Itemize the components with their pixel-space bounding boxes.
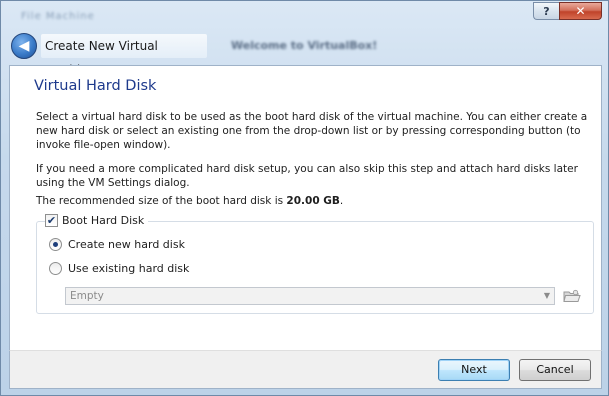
wizard-page: Virtual Hard Disk Select a virtual hard … (9, 65, 602, 350)
boot-hard-disk-label: Boot Hard Disk (62, 214, 145, 227)
next-button[interactable]: Next (438, 359, 510, 381)
help-button[interactable]: ? (533, 2, 559, 20)
create-new-disk-label: Create new hard disk (68, 238, 185, 251)
create-new-disk-option[interactable]: Create new hard disk (49, 238, 185, 251)
close-icon: ✕ (575, 4, 586, 18)
recommended-size-prefix: The recommended size of the boot hard di… (36, 195, 287, 207)
page-heading: Virtual Hard Disk (34, 78, 157, 94)
boot-hard-disk-checkbox-row[interactable]: ✔ Boot Hard Disk (45, 214, 149, 227)
help-icon: ? (543, 4, 550, 18)
recommended-size-suffix: . (339, 195, 344, 207)
back-button[interactable]: ◀ (11, 33, 37, 59)
recommended-size-value: 20.00 GB (286, 195, 340, 207)
existing-disk-combobox[interactable]: Empty ▼ (65, 287, 555, 305)
open-disk-button[interactable] (561, 286, 583, 306)
window-frame: File Machine Welcome to VirtualBox! ? ✕ … (0, 0, 609, 396)
blurred-background-menu: File Machine (21, 11, 95, 22)
radio-selected-dot (53, 242, 58, 247)
recommended-size-text: The recommended size of the boot hard di… (36, 194, 596, 208)
create-new-disk-radio[interactable] (49, 238, 62, 251)
checkmark-icon: ✔ (46, 214, 57, 227)
advanced-setup-paragraph: If you need a more complicated hard disk… (36, 163, 578, 189)
description-paragraph: Select a virtual hard disk to be used as… (36, 111, 588, 151)
close-button[interactable]: ✕ (559, 2, 602, 20)
use-existing-disk-label: Use existing hard disk (68, 262, 190, 275)
wizard-footer: Next Cancel (9, 350, 602, 389)
caption-buttons: ? ✕ (533, 2, 602, 20)
cancel-button[interactable]: Cancel (519, 359, 591, 381)
boot-hard-disk-checkbox[interactable]: ✔ (45, 214, 58, 227)
wizard-title: Create New Virtual Machine (41, 34, 207, 77)
back-arrow-icon: ◀ (18, 38, 30, 54)
blurred-background-text: Welcome to VirtualBox! (231, 39, 378, 52)
existing-disk-combobox-value: Empty (70, 290, 104, 302)
use-existing-disk-radio[interactable] (49, 262, 62, 275)
use-existing-disk-option[interactable]: Use existing hard disk (49, 262, 189, 275)
chevron-down-icon: ▼ (543, 291, 550, 300)
boot-hard-disk-group: ✔ Boot Hard Disk Create new hard disk Us… (36, 214, 594, 314)
open-folder-icon (563, 289, 581, 302)
